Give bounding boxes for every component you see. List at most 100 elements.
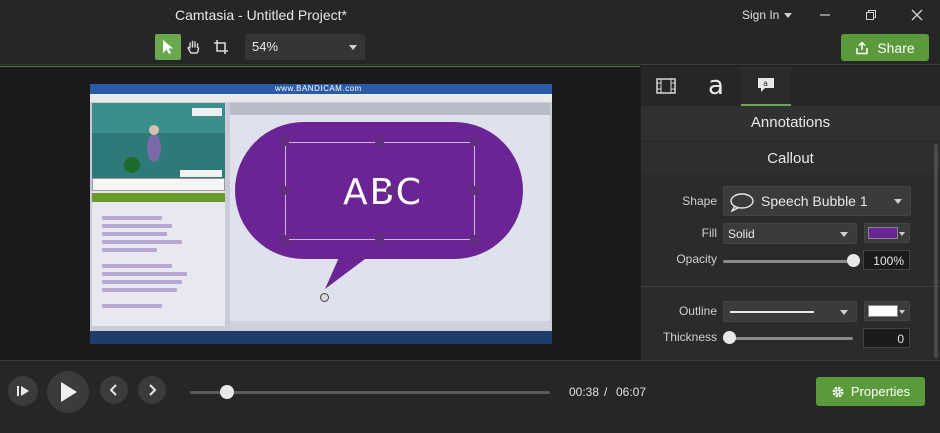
- hand-icon: [187, 40, 200, 54]
- rotate-handle[interactable]: [386, 186, 395, 195]
- callout-subsection-title: Callout: [641, 142, 940, 174]
- minimize-icon: [820, 14, 830, 16]
- canvas-area[interactable]: www.BANDICAM.com ABC: [0, 66, 640, 360]
- fill-label: Fill: [701, 226, 717, 240]
- thickness-label: Thickness: [662, 330, 717, 344]
- panel-divider: [641, 286, 940, 287]
- chevron-down-icon: [899, 232, 905, 236]
- minimize-button[interactable]: [805, 2, 845, 28]
- shape-label: Shape: [682, 194, 717, 208]
- scrubber-track[interactable]: [190, 391, 550, 394]
- callout-tab[interactable]: a: [741, 66, 791, 106]
- recorded-window-titlebar: www.BANDICAM.com: [90, 84, 552, 94]
- properties-panel: a a Annotations Callout Shape Speech Bub…: [641, 66, 940, 360]
- scrubber-playhead[interactable]: [220, 385, 235, 399]
- resize-handle[interactable]: [280, 235, 289, 244]
- restore-button[interactable]: [851, 2, 891, 28]
- play-icon: [61, 382, 77, 402]
- recorded-taskbar: [90, 331, 552, 344]
- properties-button[interactable]: Properties: [816, 377, 925, 406]
- opacity-slider-track[interactable]: [723, 260, 853, 263]
- camtasia-window: Camtasia - Untitled Project* Sign In 54%: [0, 0, 940, 433]
- speech-bubble-icon: [730, 193, 754, 212]
- opacity-label: Opacity: [676, 252, 717, 266]
- zoom-value: 54%: [252, 39, 279, 54]
- resize-handle[interactable]: [375, 137, 384, 146]
- recorded-left-pane: [92, 178, 225, 326]
- bandicam-watermark: www.BANDICAM.com: [275, 84, 362, 93]
- crop-tool-button[interactable]: [208, 34, 234, 60]
- chevron-right-icon: [149, 384, 157, 396]
- chevron-down-icon: [784, 12, 793, 18]
- chevron-down-icon: [349, 45, 357, 50]
- sign-in-label: Sign In: [742, 8, 780, 22]
- close-button[interactable]: [897, 2, 937, 28]
- outline-style-dropdown[interactable]: [723, 301, 857, 322]
- opacity-value-field[interactable]: 100%: [863, 250, 910, 270]
- properties-label: Properties: [850, 384, 911, 399]
- title-bar: Camtasia - Untitled Project* Sign In: [0, 0, 940, 30]
- current-time: 00:38: [569, 385, 600, 399]
- previous-button[interactable]: [100, 376, 128, 404]
- chevron-left-icon: [109, 384, 117, 396]
- outline-color-chip: [868, 305, 898, 317]
- media-tab[interactable]: [641, 66, 691, 106]
- chevron-down-icon: [894, 199, 902, 204]
- panel-scrollbar[interactable]: [934, 144, 938, 358]
- close-icon: [911, 9, 923, 21]
- outline-color-picker[interactable]: [864, 301, 910, 321]
- chevron-down-icon: [840, 309, 848, 315]
- fill-color-chip: [868, 227, 898, 239]
- editing-toolbar: 54% Share: [0, 30, 940, 65]
- resize-handle[interactable]: [280, 137, 289, 146]
- callout-bubble-icon: a: [758, 78, 774, 92]
- total-time: 06:07: [616, 385, 647, 399]
- thickness-value-field[interactable]: 0: [863, 328, 910, 348]
- next-button[interactable]: [138, 376, 166, 404]
- playback-bar: 00:38 / 06:07 Properties: [0, 360, 940, 433]
- thickness-slider-track[interactable]: [723, 337, 853, 340]
- chevron-down-icon: [899, 310, 905, 314]
- film-icon: [656, 78, 676, 94]
- shape-dropdown[interactable]: Speech Bubble 1: [723, 186, 911, 216]
- shape-value: Speech Bubble 1: [761, 193, 868, 209]
- play-button[interactable]: [47, 371, 89, 413]
- svg-text:a: a: [763, 79, 768, 88]
- resize-handle[interactable]: [470, 186, 479, 195]
- properties-tabs: a a: [641, 66, 940, 106]
- text-a-icon: a: [708, 71, 724, 101]
- recorded-menubar: [90, 94, 552, 102]
- crop-icon: [214, 40, 228, 54]
- resize-handle[interactable]: [375, 235, 384, 244]
- share-button[interactable]: Share: [841, 34, 929, 61]
- window-title: Camtasia - Untitled Project*: [175, 7, 347, 23]
- thickness-slider-knob[interactable]: [723, 331, 736, 344]
- speech-bubble-tail: [325, 244, 385, 289]
- resize-handle[interactable]: [470, 235, 479, 244]
- restore-icon: [866, 10, 876, 20]
- step-back-button[interactable]: [8, 376, 38, 406]
- recorded-bottom-tabs: [230, 321, 550, 330]
- share-upload-icon: [856, 40, 869, 54]
- step-back-icon: [17, 386, 29, 396]
- zoom-dropdown[interactable]: 54%: [245, 34, 365, 60]
- fill-color-picker[interactable]: [864, 223, 910, 243]
- annotations-tab[interactable]: a: [691, 66, 741, 106]
- pan-tool-button[interactable]: [181, 34, 207, 60]
- share-label: Share: [877, 39, 915, 56]
- fill-dropdown[interactable]: Solid: [723, 223, 857, 244]
- solid-line-icon: [730, 311, 814, 313]
- opacity-slider-knob[interactable]: [847, 254, 860, 267]
- sign-in-button[interactable]: Sign In: [742, 8, 793, 22]
- resize-handle[interactable]: [470, 137, 479, 146]
- fill-value: Solid: [728, 227, 755, 241]
- recorded-3d-scene: [92, 103, 225, 178]
- arrow-pointer-icon: [163, 40, 173, 54]
- resize-handle[interactable]: [280, 186, 289, 195]
- chevron-down-icon: [840, 231, 848, 237]
- annotation-text[interactable]: ABC: [343, 172, 423, 213]
- recorded-tabs: [92, 193, 225, 202]
- tail-handle[interactable]: [320, 293, 329, 302]
- annotations-section-title: Annotations: [641, 106, 940, 140]
- select-tool-button[interactable]: [155, 34, 181, 60]
